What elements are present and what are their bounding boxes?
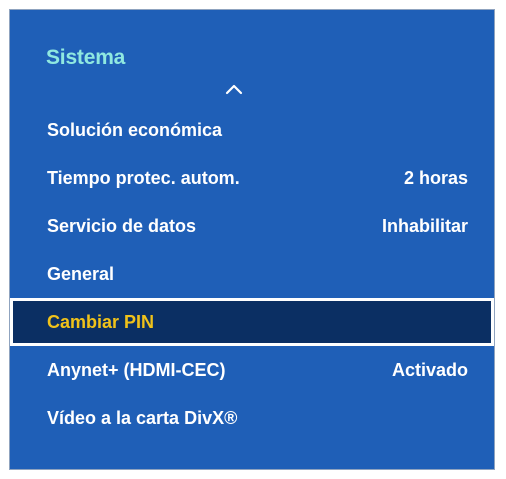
menu-item-value: Activado [391,359,468,380]
menu-item-label: Vídeo a la carta DivX® [47,407,238,428]
panel-title: Sistema [46,46,126,69]
menu-item-label: Servicio de datos [47,215,197,236]
menu-item-solucion-economica[interactable]: Solución económica [10,106,494,154]
settings-menu: Solución económica Tiempo protec. autom.… [10,106,494,442]
menu-item-servicio-de-datos[interactable]: Servicio de datos Inhabilitar [10,202,494,250]
menu-item-cambiar-pin[interactable]: Cambiar PIN [10,298,494,346]
menu-item-tiempo-protec-autom[interactable]: Tiempo protec. autom. 2 horas [10,154,494,202]
menu-item-anynet-hdmi-cec[interactable]: Anynet+ (HDMI-CEC) Activado [10,346,494,394]
menu-item-value: Inhabilitar [381,215,468,236]
menu-item-video-a-la-carta-divx[interactable]: Vídeo a la carta DivX® [10,394,494,442]
menu-item-general[interactable]: General [10,250,494,298]
menu-item-label: Solución económica [47,119,223,140]
menu-item-label: Anynet+ (HDMI-CEC) [47,359,226,380]
menu-item-label: Cambiar PIN [47,311,155,332]
chevron-up-icon[interactable] [224,82,244,96]
menu-item-value: 2 horas [403,167,468,188]
menu-item-label: Tiempo protec. autom. [47,167,240,188]
system-menu-panel: Sistema Solución económica Tiempo protec… [9,9,495,470]
menu-item-label: General [47,263,115,284]
